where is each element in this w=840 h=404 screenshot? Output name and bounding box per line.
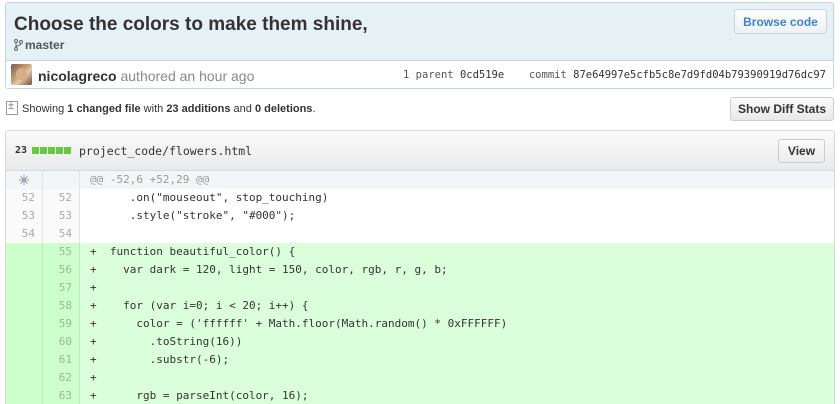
- context-line-row: 52 52 .on("mouseout", stop_touching): [6, 189, 834, 207]
- code-line: + for (var i=0; i < 20; i++) {: [80, 297, 834, 315]
- hunk-row: @@ -52,6 +52,29 @@: [6, 171, 834, 189]
- code-line: + color = ('ffffff' + Math.floor(Math.ra…: [80, 315, 834, 333]
- diff-count: 23: [15, 145, 28, 156]
- file-path: project_code/flowers.html: [79, 144, 253, 158]
- expand-icon[interactable]: [6, 171, 43, 189]
- code-line: .style("stroke", "#000");: [90, 209, 296, 222]
- code-line: .on("mouseout", stop_touching): [90, 191, 329, 204]
- summary-period: .: [312, 103, 316, 115]
- old-line-number[interactable]: [6, 297, 43, 315]
- new-line-number[interactable]: 56: [43, 261, 80, 279]
- file-diff: 23 project_code/flowers.html View @@ -52…: [5, 130, 835, 404]
- new-line-number[interactable]: 53: [43, 207, 80, 225]
- commit-label: commit: [528, 69, 567, 81]
- old-line-number[interactable]: 53: [6, 207, 43, 225]
- old-line-number[interactable]: [6, 279, 43, 297]
- code-line: + function beautiful_color() {: [80, 243, 834, 261]
- new-line-number[interactable]: 57: [43, 279, 80, 297]
- old-line-number[interactable]: [6, 333, 43, 351]
- new-line-number[interactable]: 54: [43, 225, 80, 243]
- new-line-number[interactable]: 60: [43, 333, 80, 351]
- authored-time: authored an hour ago: [120, 68, 255, 84]
- author-link[interactable]: nicolagreco: [38, 68, 117, 84]
- changes-summary: Showing 1 changed file with 23 additions…: [22, 103, 316, 115]
- summary-additions: 23 additions: [166, 103, 231, 115]
- old-line-number[interactable]: 52: [6, 189, 43, 207]
- author-line: nicolagreco authored an hour ago: [38, 68, 254, 84]
- added-line-row: 57 +: [6, 279, 834, 297]
- added-line-row: 59 + color = ('ffffff' + Math.floor(Math.…: [6, 315, 834, 333]
- summary-showing: Showing: [22, 103, 68, 115]
- diff-table: @@ -52,6 +52,29 @@ 52 52 .on("mouseout", …: [6, 171, 834, 404]
- old-line-number[interactable]: [6, 261, 43, 279]
- new-line-number[interactable]: 63: [43, 387, 80, 404]
- summary-and: and: [230, 103, 255, 115]
- new-line-number[interactable]: 61: [43, 351, 80, 369]
- new-line-number[interactable]: 58: [43, 297, 80, 315]
- old-line-number[interactable]: 54: [6, 225, 43, 243]
- diffstat-bar: [32, 147, 71, 154]
- added-line-row: 58 + for (var i=0; i < 20; i++) {: [6, 297, 834, 315]
- code-line: + var dark = 120, light = 150, color, rg…: [80, 261, 834, 279]
- diffstat-block: [56, 147, 63, 154]
- context-line-row: 54 54: [6, 225, 834, 243]
- added-line-row: 55 + function beautiful_color() {: [6, 243, 834, 261]
- old-line-number[interactable]: [6, 369, 43, 387]
- added-line-row: 56 + var dark = 120, light = 150, color, …: [6, 261, 834, 279]
- branch-indicator[interactable]: master: [14, 38, 64, 52]
- commit-title-area: Choose the colors to make them shine, ma…: [6, 3, 833, 61]
- new-line-number[interactable]: 62: [43, 369, 80, 387]
- diff-icon: [6, 100, 18, 115]
- old-line-number[interactable]: [6, 351, 43, 369]
- code-line: + .toString(16)): [80, 333, 834, 351]
- added-line-row: 62 +: [6, 369, 834, 387]
- old-line-number[interactable]: [6, 387, 43, 404]
- commit-title: Choose the colors to make them shine,: [14, 14, 368, 35]
- branch-icon: [14, 39, 23, 51]
- parent-label: 1 parent: [403, 69, 454, 81]
- toc-bar: Showing 1 changed file with 23 additions…: [0, 96, 840, 122]
- diffstat-block: [64, 147, 71, 154]
- hunk-header: @@ -52,6 +52,29 @@: [80, 171, 834, 189]
- commit-meta: nicolagreco authored an hour ago 1 paren…: [6, 61, 833, 88]
- added-line-row: 63 + rgb = parseInt(color, 16);: [6, 387, 834, 404]
- summary-with: with: [140, 103, 167, 115]
- context-line-row: 53 53 .style("stroke", "#000");: [6, 207, 834, 225]
- commit-header: Choose the colors to make them shine, ma…: [5, 2, 834, 89]
- summary-changed-files[interactable]: 1 changed file: [67, 103, 140, 115]
- code-line: + .substr(-6);: [80, 351, 834, 369]
- old-line-number[interactable]: [6, 243, 43, 261]
- old-line-number[interactable]: [6, 315, 43, 333]
- avatar[interactable]: [11, 64, 32, 85]
- diffstat-block: [32, 147, 39, 154]
- view-file-button[interactable]: View: [778, 139, 825, 163]
- file-header: 23 project_code/flowers.html View: [6, 131, 834, 171]
- branch-name: master: [25, 38, 65, 52]
- new-line-number[interactable]: 55: [43, 243, 80, 261]
- browse-code-button[interactable]: Browse code: [734, 9, 827, 34]
- diffstat-block: [48, 147, 55, 154]
- code-line: + rgb = parseInt(color, 16);: [80, 387, 834, 404]
- code-line: +: [80, 279, 834, 297]
- new-line-number[interactable]: 52: [43, 189, 80, 207]
- new-line-number[interactable]: 59: [43, 315, 80, 333]
- commit-shas: 1 parent 0cd519e commit 87e64997e5cfb5c8…: [403, 69, 826, 81]
- diffstat-block: [40, 147, 47, 154]
- added-line-row: 60 + .toString(16)): [6, 333, 834, 351]
- code-line: +: [80, 369, 834, 387]
- show-diff-stats-button[interactable]: Show Diff Stats: [730, 97, 834, 121]
- summary-deletions: 0 deletions: [254, 103, 313, 115]
- commit-sha: 87e64997e5cfb5c8e7d9fd04b79390919d76dc97: [573, 69, 826, 81]
- added-line-row: 61 + .substr(-6);: [6, 351, 834, 369]
- hunk-blank-ln: [43, 171, 80, 189]
- parent-sha-link[interactable]: 0cd519e: [460, 69, 504, 81]
